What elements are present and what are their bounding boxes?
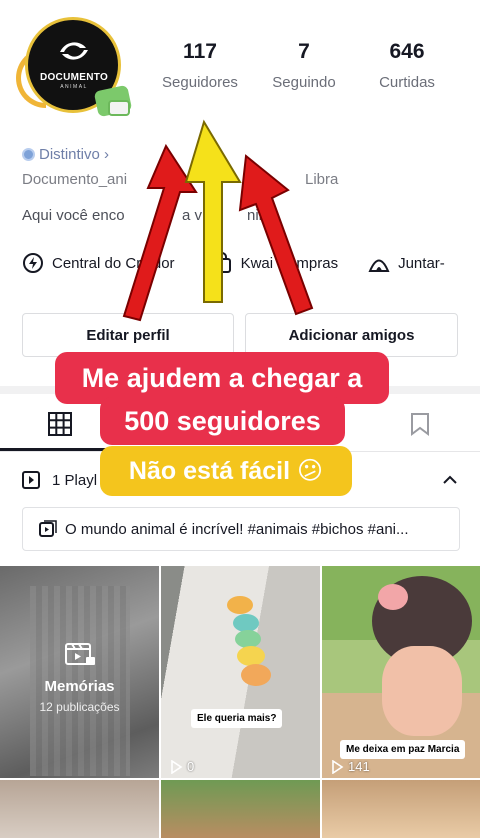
- chevron-up-icon[interactable]: [442, 475, 458, 485]
- pig-body: [382, 646, 462, 736]
- arrows-overlay: [122, 119, 314, 322]
- memories-title: Memórias: [44, 678, 115, 695]
- following-label: Seguindo: [272, 74, 336, 91]
- play-count-value: 141: [348, 759, 370, 774]
- play-count: 0: [169, 759, 194, 774]
- overlay-banner-line2: 500 seguidores: [100, 397, 345, 445]
- video-tile-2[interactable]: Me deixa em paz Marcia 141: [322, 566, 480, 778]
- yellow-arrow-center: [184, 119, 242, 303]
- lightning-icon: [23, 253, 43, 273]
- likes-count: 646: [389, 40, 425, 63]
- play-count-value: 0: [187, 759, 195, 774]
- play-count: 141: [330, 759, 370, 774]
- following-count: 7: [298, 40, 310, 63]
- followers-stat[interactable]: 117 Seguidores: [152, 40, 248, 91]
- camera-icon: [108, 100, 130, 116]
- followers-count: 117: [183, 40, 217, 63]
- play-icon: [332, 759, 344, 774]
- video-tile-3[interactable]: [0, 780, 159, 838]
- overlay-banner-line3: Não está fácil 😕: [100, 446, 352, 496]
- memories-subtitle: 12 publicações: [39, 700, 120, 714]
- playlist-count: 1 Playl: [52, 471, 98, 489]
- red-arrow-right: [238, 154, 314, 316]
- memories-tile[interactable]: Memórias 12 publicações: [0, 566, 159, 778]
- likes-label: Curtidas: [379, 74, 435, 91]
- playlist-item-title: O mundo animal é incrível! #animais #bic…: [65, 520, 409, 538]
- shield-icon: [22, 148, 35, 161]
- pig-snout: [378, 584, 408, 610]
- join-label: Juntar-: [398, 254, 445, 272]
- balloon-image: [241, 664, 271, 686]
- tent-icon: [368, 259, 390, 272]
- grid-icon[interactable]: [47, 411, 73, 437]
- fish-logo-icon: [60, 42, 88, 60]
- avatar-brand: DOCUMENTO: [39, 72, 109, 83]
- video-caption: Me deixa em paz Marcia: [340, 740, 466, 759]
- balloon-image: [237, 646, 265, 666]
- join-link[interactable]: Juntar-: [368, 252, 445, 274]
- playlist-item[interactable]: O mundo animal é incrível! #animais #bic…: [22, 507, 460, 551]
- video-caption: Ele queria mais?: [191, 709, 283, 728]
- likes-stat[interactable]: 646 Curtidas: [362, 40, 452, 91]
- playlist-item-icon: [39, 520, 57, 537]
- following-stat[interactable]: 7 Seguindo: [258, 40, 350, 91]
- red-arrow-left: [122, 143, 198, 322]
- play-icon: [171, 759, 183, 774]
- balloon-image: [227, 596, 253, 614]
- video-tile-1[interactable]: Ele queria mais? 0: [161, 566, 320, 778]
- followers-label: Seguidores: [162, 74, 238, 91]
- badge-label: Distintivo ›: [39, 146, 110, 163]
- bookmark-icon[interactable]: [410, 412, 430, 436]
- video-tile-5[interactable]: [322, 780, 480, 838]
- memories-icon: [65, 643, 95, 665]
- avatar[interactable]: DOCUMENTO ANIMAL: [12, 14, 134, 122]
- playlist-icon: [22, 471, 40, 489]
- badge-link[interactable]: Distintivo ›: [22, 146, 109, 163]
- video-tile-4[interactable]: [161, 780, 320, 838]
